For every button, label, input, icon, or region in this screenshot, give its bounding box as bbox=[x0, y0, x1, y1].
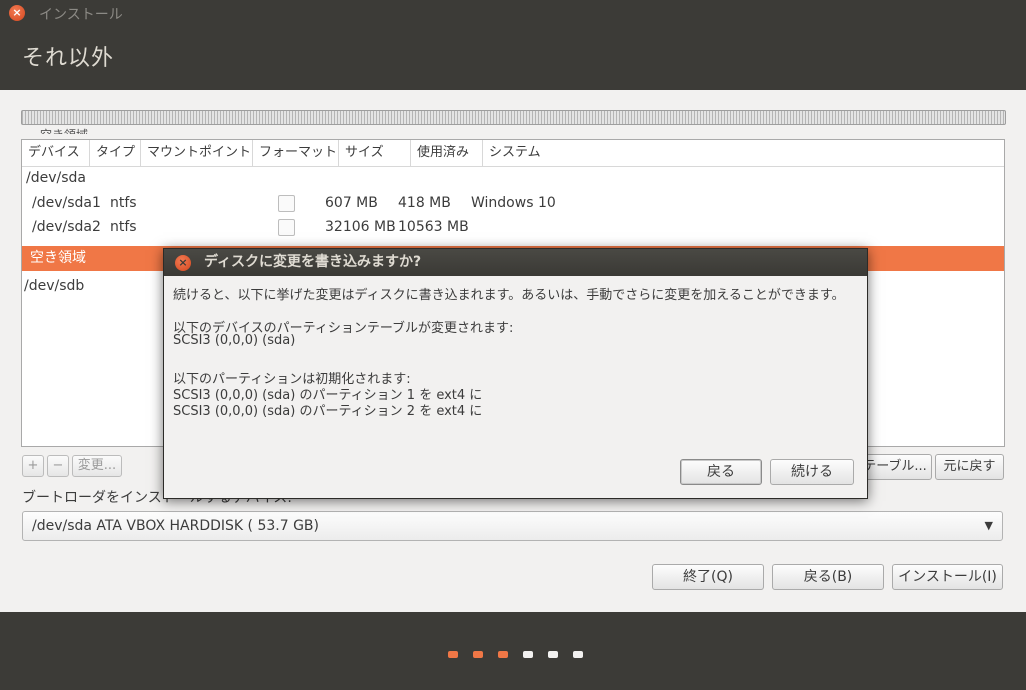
row-device: /dev/sda1 bbox=[32, 195, 101, 211]
install-button[interactable]: インストール(I) bbox=[892, 564, 1003, 590]
dialog-intro: 続けると、以下に挙げた変更はディスクに書き込まれます。あるいは、手動でさらに変更… bbox=[173, 288, 845, 303]
row-type: ntfs bbox=[110, 195, 137, 211]
column-header-system[interactable]: システム bbox=[483, 140, 1004, 166]
progress-dot bbox=[548, 651, 558, 658]
row-size: 32106 MB bbox=[325, 219, 396, 235]
progress-footer bbox=[0, 612, 1026, 690]
format-checkbox[interactable] bbox=[278, 195, 295, 212]
table-row[interactable]: /dev/sda bbox=[22, 166, 1004, 190]
column-header-format[interactable]: フォーマット bbox=[253, 140, 339, 166]
quit-button[interactable]: 終了(Q) bbox=[652, 564, 764, 590]
dialog-close-icon[interactable]: × bbox=[175, 255, 191, 271]
row-device: /dev/sda bbox=[26, 170, 86, 186]
row-system: Windows 10 bbox=[471, 195, 556, 211]
row-used: 10563 MB bbox=[398, 219, 469, 235]
column-header-device[interactable]: デバイス bbox=[22, 140, 90, 166]
add-partition-button[interactable]: + bbox=[22, 455, 44, 477]
row-device: /dev/sda2 bbox=[32, 219, 101, 235]
table-header: デバイス タイプ マウントポイント フォーマット サイズ 使用済み システム bbox=[22, 140, 1004, 167]
table-row[interactable]: /dev/sda2 ntfs 32106 MB 10563 MB bbox=[22, 215, 1004, 239]
column-header-type[interactable]: タイプ bbox=[90, 140, 141, 166]
progress-dot bbox=[573, 651, 583, 658]
chevron-down-icon: ▼ bbox=[984, 519, 993, 532]
progress-dot bbox=[498, 651, 508, 658]
dialog-title: ディスクに変更を書き込みますか? bbox=[204, 254, 422, 270]
table-row[interactable]: /dev/sda1 ntfs 607 MB 418 MB Windows 10 bbox=[22, 191, 1004, 215]
close-icon[interactable]: × bbox=[9, 5, 25, 21]
dialog-back-button[interactable]: 戻る bbox=[680, 459, 762, 485]
partition-table-device: SCSI3 (0,0,0) (sda) bbox=[173, 333, 296, 348]
column-header-size[interactable]: サイズ bbox=[339, 140, 411, 166]
progress-dot bbox=[523, 651, 533, 658]
format-checkbox[interactable] bbox=[278, 219, 295, 236]
row-device: /dev/sdb bbox=[24, 278, 85, 294]
window-title: インストール bbox=[39, 7, 123, 23]
page-title: それ以外 bbox=[22, 46, 115, 71]
write-changes-dialog: × ディスクに変更を書き込みますか? 続けると、以下に挙げた変更はディスクに書き… bbox=[163, 248, 868, 499]
window-title-bar: × インストール bbox=[0, 0, 1026, 26]
new-partition-table-button[interactable]: テーブル... bbox=[858, 454, 932, 480]
partition-bar bbox=[21, 110, 1006, 125]
remove-partition-button[interactable]: − bbox=[47, 455, 69, 477]
row-used: 418 MB bbox=[398, 195, 451, 211]
row-type: ntfs bbox=[110, 219, 137, 235]
revert-button[interactable]: 元に戻す bbox=[935, 454, 1004, 480]
bootloader-device-select[interactable]: /dev/sda ATA VBOX HARDDISK ( 53.7 GB) ▼ bbox=[22, 511, 1003, 541]
row-size: 607 MB bbox=[325, 195, 378, 211]
column-header-mount[interactable]: マウントポイント bbox=[141, 140, 253, 166]
change-partition-button[interactable]: 変更... bbox=[72, 455, 122, 477]
dialog-title-bar: × ディスクに変更を書き込みますか? bbox=[164, 249, 867, 276]
format-line: SCSI3 (0,0,0) (sda) のパーティション 2 を ext4 に bbox=[173, 404, 483, 419]
progress-dot bbox=[473, 651, 483, 658]
back-button[interactable]: 戻る(B) bbox=[772, 564, 884, 590]
partition-legend: 空き領域 bbox=[40, 126, 100, 134]
dialog-continue-button[interactable]: 続ける bbox=[770, 459, 854, 485]
column-header-used[interactable]: 使用済み bbox=[411, 140, 483, 166]
progress-dot bbox=[448, 651, 458, 658]
row-device: 空き領域 bbox=[30, 250, 86, 266]
bootloader-selected-value: /dev/sda ATA VBOX HARDDISK ( 53.7 GB) bbox=[32, 518, 319, 534]
